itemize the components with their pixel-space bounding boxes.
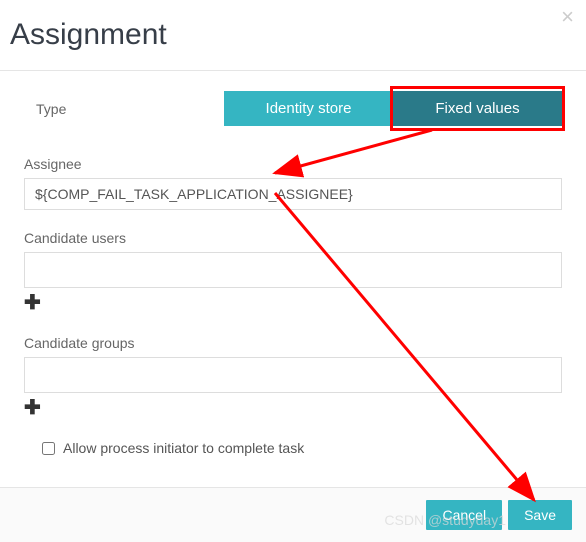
- tab-fixed-values[interactable]: Fixed values: [393, 91, 562, 126]
- allow-initiator-label[interactable]: Allow process initiator to complete task: [63, 440, 304, 456]
- dialog-header: Assignment: [0, 0, 586, 71]
- type-label: Type: [24, 101, 204, 117]
- type-row: Type Identity store Fixed values: [24, 91, 562, 126]
- dialog-footer: Cancel Save: [0, 487, 586, 542]
- dialog-content: Type Identity store Fixed values Assigne…: [0, 71, 586, 466]
- candidate-users-group: Candidate users ✚: [24, 230, 562, 315]
- allow-initiator-row: Allow process initiator to complete task: [24, 440, 562, 456]
- candidate-groups-input[interactable]: [24, 357, 562, 393]
- dialog-title: Assignment: [10, 18, 576, 52]
- tab-identity-store[interactable]: Identity store: [224, 91, 393, 126]
- add-candidate-user-button[interactable]: ✚: [24, 290, 41, 315]
- cancel-button[interactable]: Cancel: [426, 500, 502, 530]
- type-toggle-group: Identity store Fixed values: [224, 91, 562, 126]
- candidate-users-input[interactable]: [24, 252, 562, 288]
- assignee-group: Assignee: [24, 156, 562, 210]
- assignee-label: Assignee: [24, 156, 562, 172]
- tab-fixed-values-label: Fixed values: [435, 100, 519, 117]
- candidate-groups-group: Candidate groups ✚: [24, 335, 562, 420]
- allow-initiator-checkbox[interactable]: [42, 442, 55, 455]
- add-candidate-group-button[interactable]: ✚: [24, 395, 41, 420]
- save-button[interactable]: Save: [508, 500, 572, 530]
- candidate-users-label: Candidate users: [24, 230, 562, 246]
- candidate-groups-label: Candidate groups: [24, 335, 562, 351]
- close-icon[interactable]: ×: [561, 6, 574, 28]
- assignee-input[interactable]: [24, 178, 562, 210]
